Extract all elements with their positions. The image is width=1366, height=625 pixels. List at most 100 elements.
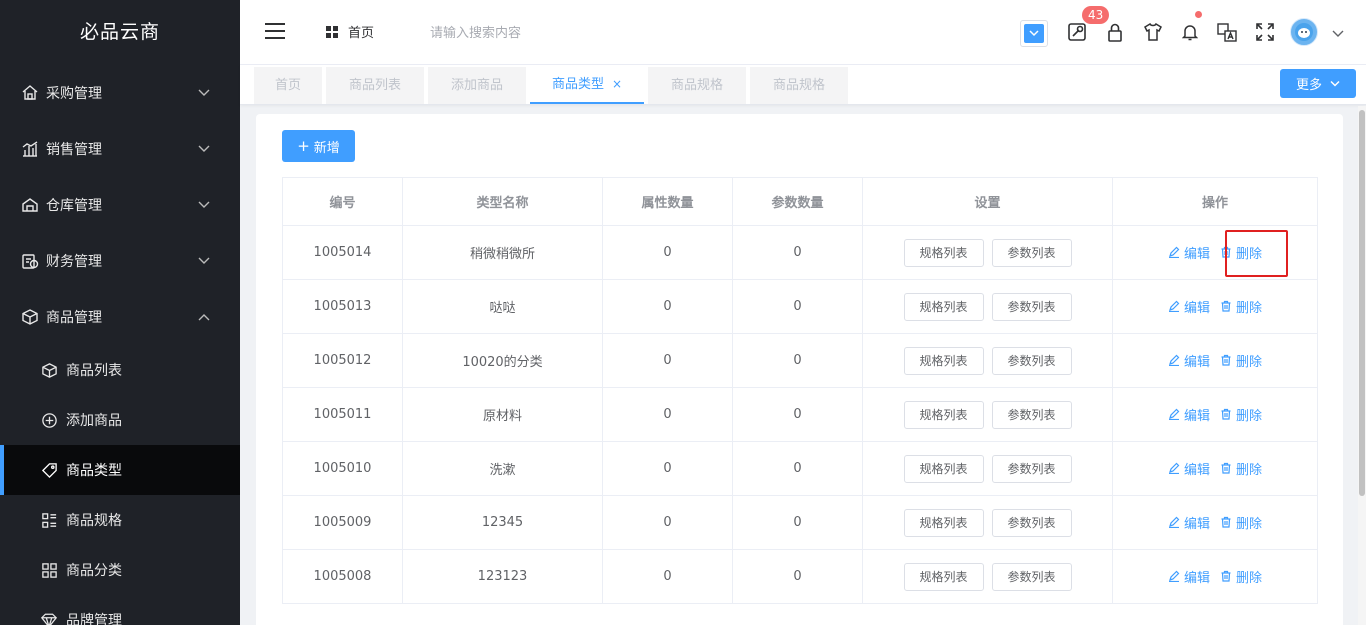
edit-button[interactable]: 编辑	[1168, 405, 1210, 424]
lock-icon[interactable]	[1104, 20, 1126, 44]
submenu-goods-category[interactable]: 商品分类	[0, 545, 240, 595]
search-input[interactable]	[430, 20, 690, 46]
cell-params: 0	[732, 441, 863, 496]
theme-color-picker[interactable]	[1020, 20, 1048, 47]
param-list-button[interactable]: 参数列表	[991, 346, 1072, 375]
cell-settings: 规格列表 参数列表	[862, 225, 1113, 280]
spec-list-button[interactable]: 规格列表	[903, 346, 984, 375]
avatar[interactable]	[1290, 18, 1318, 46]
edit-button[interactable]: 编辑	[1168, 351, 1210, 370]
submenu-add-goods[interactable]: 添加商品	[0, 395, 240, 445]
bell-icon[interactable]	[1179, 20, 1201, 44]
cell-actions: 编辑 删除	[1112, 549, 1318, 604]
delete-button[interactable]: 删除	[1220, 405, 1262, 424]
delete-label: 删除	[1236, 300, 1263, 316]
edit-button[interactable]: 编辑	[1168, 567, 1210, 586]
column-header-id: 编号	[282, 177, 403, 226]
cell-settings: 规格列表 参数列表	[862, 549, 1113, 604]
spec-list-button[interactable]: 规格列表	[903, 562, 984, 591]
column-header-settings: 设置	[862, 177, 1113, 226]
tab-home[interactable]: 首页	[254, 67, 322, 104]
diamond-icon	[40, 611, 58, 625]
submenu-label: 商品列表	[66, 363, 122, 379]
submenu-goods-type[interactable]: 商品类型	[0, 445, 240, 495]
tab-goods-spec[interactable]: 商品规格	[648, 67, 746, 104]
param-list-button[interactable]: 参数列表	[991, 454, 1072, 483]
cell-name: 洗漱	[402, 441, 603, 496]
cell-actions: 编辑 删除	[1112, 441, 1318, 496]
add-button[interactable]: + 新增	[282, 130, 355, 162]
edit-button[interactable]: 编辑	[1168, 459, 1210, 478]
edit-label: 编辑	[1183, 462, 1210, 478]
delete-button[interactable]: 删除	[1220, 567, 1262, 586]
spec-list-button[interactable]: 规格列表	[903, 400, 984, 429]
edit-button[interactable]: 编辑	[1168, 297, 1210, 316]
edit-icon	[1168, 516, 1180, 529]
spec-list-button[interactable]: 规格列表	[903, 508, 984, 537]
more-tabs-button[interactable]: 更多	[1280, 69, 1356, 98]
submenu-goods-spec[interactable]: 商品规格	[0, 495, 240, 545]
spec-list-button[interactable]: 规格列表	[903, 238, 984, 267]
spec-list-button[interactable]: 规格列表	[903, 454, 984, 483]
table-row: 1005011 原材料 0 0 规格列表 参数列表 编辑 删除	[282, 387, 1318, 442]
fullscreen-icon[interactable]	[1254, 20, 1276, 44]
submenu-goods-list[interactable]: 商品列表	[0, 345, 240, 395]
cell-actions: 编辑 删除	[1112, 225, 1318, 280]
edit-icon	[1168, 570, 1180, 583]
cell-attrs: 0	[602, 495, 733, 550]
tab-add-goods[interactable]: 添加商品	[428, 67, 526, 104]
tab-label: 商品类型	[551, 77, 604, 92]
cell-name: 123123	[402, 549, 603, 604]
param-list-button[interactable]: 参数列表	[991, 508, 1072, 537]
menu-finance[interactable]: 财务管理	[0, 233, 240, 289]
delete-icon	[1221, 355, 1231, 366]
cell-settings: 规格列表 参数列表	[862, 333, 1113, 388]
delete-button[interactable]: 删除	[1220, 513, 1262, 532]
menu-sales[interactable]: 销售管理	[0, 121, 240, 177]
spec-list-button[interactable]: 规格列表	[903, 292, 984, 321]
column-header-attrs: 属性数量	[602, 177, 733, 226]
edit-label: 编辑	[1183, 516, 1210, 532]
cell-attrs: 0	[602, 333, 733, 388]
chevron-down-icon[interactable]	[1332, 27, 1344, 37]
chevron-down-icon	[1330, 80, 1340, 87]
page-scrollbar[interactable]	[1358, 106, 1366, 625]
warehouse-icon	[20, 195, 40, 215]
delete-button[interactable]: 删除	[1220, 297, 1262, 316]
scrollbar-thumb[interactable]	[1359, 110, 1365, 496]
edit-label: 编辑	[1183, 300, 1210, 316]
tab-goods-list[interactable]: 商品列表	[326, 67, 424, 104]
edit-label: 编辑	[1183, 408, 1210, 424]
cell-settings: 规格列表 参数列表	[862, 495, 1113, 550]
tab-goods-spec-2[interactable]: 商品规格	[750, 67, 848, 104]
param-list-button[interactable]: 参数列表	[991, 562, 1072, 591]
edit-button[interactable]: 编辑	[1168, 513, 1210, 532]
table-row: 1005008 123123 0 0 规格列表 参数列表 编辑 删除	[282, 549, 1318, 604]
param-list-button[interactable]: 参数列表	[991, 400, 1072, 429]
edit-button[interactable]: 编辑	[1168, 243, 1210, 262]
delete-button[interactable]: 删除	[1220, 459, 1262, 478]
chevron-down-icon	[198, 87, 210, 99]
delete-button[interactable]: 删除	[1220, 351, 1262, 370]
menu-label: 财务管理	[46, 254, 102, 270]
menu-purchase[interactable]: 采购管理	[0, 65, 240, 121]
delete-icon	[1221, 301, 1231, 312]
breadcrumb-home[interactable]: 首页	[348, 22, 374, 41]
tag-icon	[40, 461, 58, 479]
menu-warehouse[interactable]: 仓库管理	[0, 177, 240, 233]
chevron-up-icon	[198, 311, 210, 323]
cell-name: 哒哒	[402, 279, 603, 334]
cell-id: 1005011	[282, 387, 403, 442]
cell-name: 12345	[402, 495, 603, 550]
table-row: 1005014 稍微稍微所 0 0 规格列表 参数列表 编辑 删除	[282, 225, 1318, 280]
submenu-brand[interactable]: 品牌管理	[0, 595, 240, 625]
param-list-button[interactable]: 参数列表	[991, 292, 1072, 321]
translate-icon[interactable]	[1216, 20, 1238, 44]
menu-goods[interactable]: 商品管理	[0, 289, 240, 345]
tab-goods-type[interactable]: 商品类型 ×	[530, 67, 644, 104]
param-list-button[interactable]: 参数列表	[991, 238, 1072, 267]
menu-icon[interactable]	[264, 22, 286, 42]
close-icon[interactable]: ×	[612, 77, 622, 91]
tools-icon[interactable]	[1066, 20, 1088, 44]
shirt-icon[interactable]	[1142, 20, 1164, 44]
